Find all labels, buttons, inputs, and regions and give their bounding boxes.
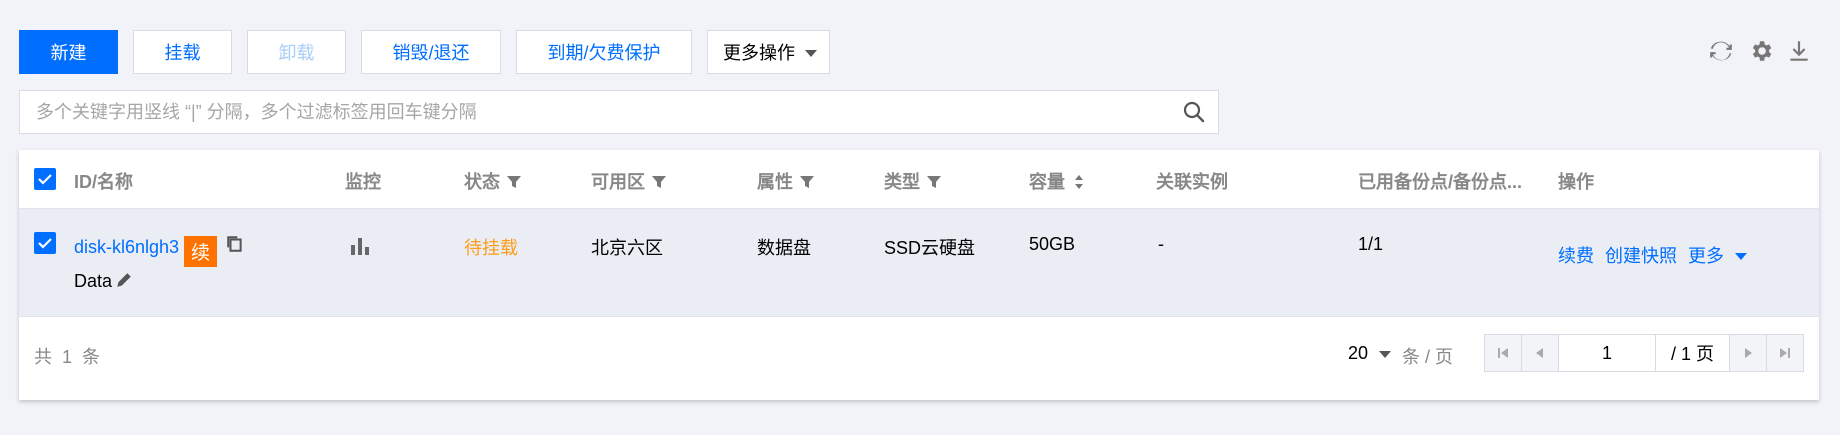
row-checkbox[interactable] xyxy=(34,232,56,254)
last-page-icon xyxy=(1780,348,1790,358)
search-box[interactable] xyxy=(19,90,1219,134)
select-all-checkbox[interactable] xyxy=(34,168,56,190)
first-page-icon xyxy=(1498,348,1508,358)
filter-icon[interactable] xyxy=(651,174,667,190)
total-pages-box: / 1 页 xyxy=(1655,334,1730,372)
more-ops-link[interactable]: 更多 xyxy=(1688,242,1748,268)
next-page-button[interactable] xyxy=(1729,334,1767,372)
more-actions-dropdown[interactable]: 更多操作 xyxy=(707,30,830,74)
col-header-zone[interactable]: 可用区 xyxy=(591,168,667,194)
caret-down-icon xyxy=(1735,253,1748,260)
filter-icon[interactable] xyxy=(506,174,522,190)
more-ops-label: 更多 xyxy=(1688,246,1724,266)
search-input[interactable] xyxy=(34,91,1158,133)
search-icon[interactable] xyxy=(1182,100,1206,124)
caret-down-icon xyxy=(1379,351,1392,358)
col-header-type-label: 类型 xyxy=(884,172,920,192)
filter-icon[interactable] xyxy=(799,174,815,190)
disk-name: Data xyxy=(74,271,113,291)
unmount-button[interactable]: 卸载 xyxy=(247,30,346,74)
col-header-attr-label: 属性 xyxy=(757,172,793,192)
attr-text: 数据盘 xyxy=(757,238,811,258)
filter-icon[interactable] xyxy=(926,174,942,190)
table-footer: 共 1 条 20 条 / 页 1 / 1 页 xyxy=(19,317,1819,400)
total-count: 共 1 条 xyxy=(34,347,101,367)
col-header-status-label: 状态 xyxy=(464,172,500,192)
create-snapshot-link[interactable]: 创建快照 xyxy=(1605,242,1677,268)
col-header-monitor: 监控 xyxy=(345,172,381,192)
copy-icon[interactable] xyxy=(226,235,244,253)
next-page-icon xyxy=(1745,348,1752,358)
col-header-zone-label: 可用区 xyxy=(591,172,645,192)
renew-link[interactable]: 续费 xyxy=(1558,242,1594,268)
col-header-status[interactable]: 状态 xyxy=(464,168,522,194)
prev-page-button[interactable] xyxy=(1521,334,1559,372)
col-header-ops: 操作 xyxy=(1558,172,1594,192)
col-header-backup: 已用备份点/备份点... xyxy=(1358,172,1523,192)
more-actions-label: 更多操作 xyxy=(723,43,795,63)
current-page-value: 1 xyxy=(1601,342,1612,363)
col-header-type[interactable]: 类型 xyxy=(884,168,942,194)
col-header-attr[interactable]: 属性 xyxy=(757,168,815,194)
renew-badge[interactable]: 续 xyxy=(184,236,217,267)
capacity-text: 50GB xyxy=(1029,234,1076,254)
last-page-button[interactable] xyxy=(1766,334,1804,372)
type-text: SSD云硬盘 xyxy=(884,238,976,258)
table-row: disk-kl6nlgh3 续 Data 待挂载 北京六区 数据盘 SSD云硬盘… xyxy=(19,209,1819,317)
status-text: 待挂载 xyxy=(464,238,518,258)
settings-icon[interactable] xyxy=(1748,38,1774,66)
disk-table-panel: ID/名称 监控 状态 可用区 属性 类型 容量 关联实例 已用备份点/备份点.… xyxy=(19,150,1819,400)
page-size-value: 20 xyxy=(1348,343,1369,363)
prev-page-icon xyxy=(1536,348,1543,358)
per-page-label: 条 / 页 xyxy=(1402,347,1454,367)
sort-icon[interactable] xyxy=(1071,174,1087,190)
expiry-protection-button[interactable]: 到期/欠费保护 xyxy=(516,30,692,74)
zone-text: 北京六区 xyxy=(591,238,663,258)
caret-down-icon xyxy=(805,50,817,57)
col-header-id: ID/名称 xyxy=(74,172,134,192)
page-number-input[interactable]: 1 xyxy=(1558,334,1656,372)
first-page-button[interactable] xyxy=(1484,334,1522,372)
table-header: ID/名称 监控 状态 可用区 属性 类型 容量 关联实例 已用备份点/备份点.… xyxy=(19,150,1819,209)
destroy-return-button[interactable]: 销毁/退还 xyxy=(361,30,501,74)
new-button[interactable]: 新建 xyxy=(19,30,118,74)
page-size-select[interactable]: 20 xyxy=(1348,343,1392,364)
monitor-chart-icon[interactable] xyxy=(349,235,371,257)
instance-text: - xyxy=(1158,234,1164,254)
edit-pencil-icon[interactable] xyxy=(115,271,133,289)
check-icon xyxy=(38,174,52,185)
check-icon xyxy=(38,238,52,249)
disk-id-link[interactable]: disk-kl6nlgh3 xyxy=(74,237,179,258)
backup-text: 1/1 xyxy=(1358,234,1384,254)
col-header-capacity[interactable]: 容量 xyxy=(1029,168,1087,194)
col-header-capacity-label: 容量 xyxy=(1029,172,1065,192)
total-pages-text: / 1 页 xyxy=(1670,344,1714,364)
download-icon[interactable] xyxy=(1786,38,1812,66)
col-header-instance: 关联实例 xyxy=(1156,172,1228,192)
refresh-icon[interactable] xyxy=(1708,38,1734,66)
mount-button[interactable]: 挂载 xyxy=(133,30,232,74)
